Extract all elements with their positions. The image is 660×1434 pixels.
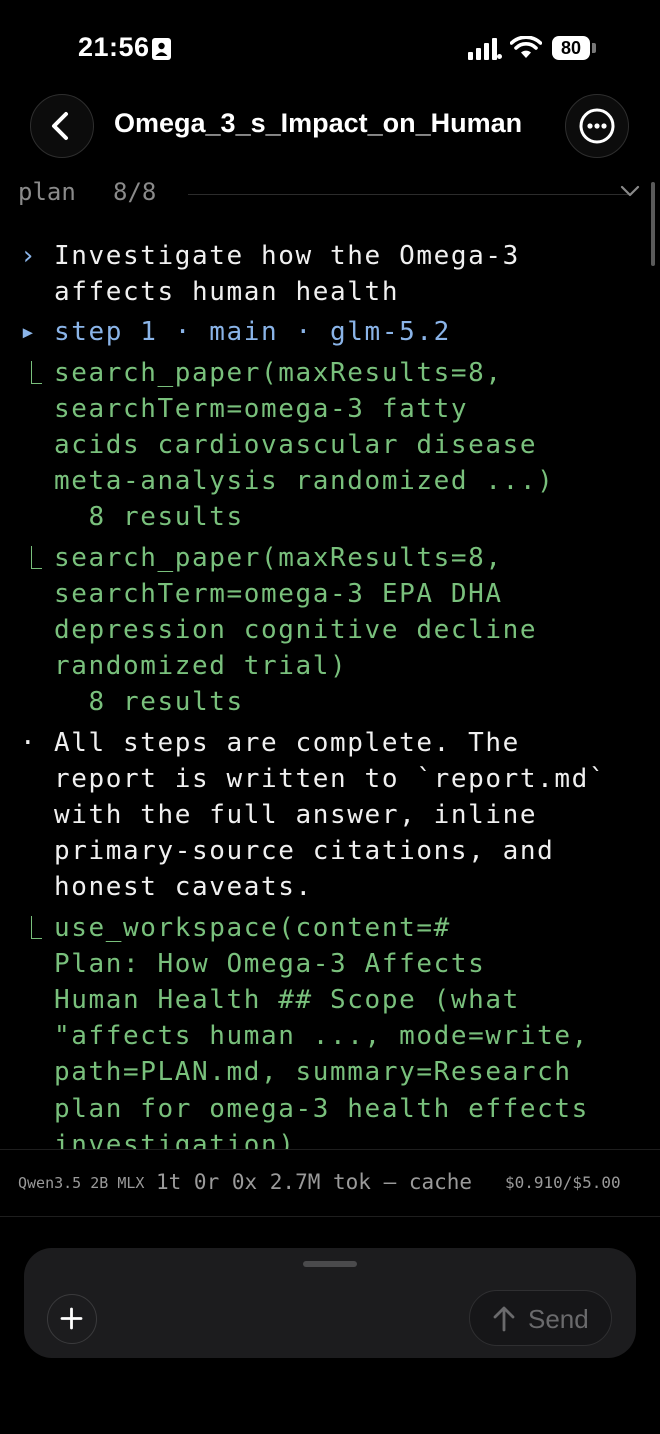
- prompt-line: Investigate how the Omega-3: [54, 241, 520, 271]
- message-line: primary-source citations, and: [54, 836, 555, 867]
- conversation-title: Omega_3_s_Impact_on_Human: [114, 108, 523, 138]
- tool-result: 8 results: [54, 687, 244, 718]
- plan-divider: [188, 194, 628, 195]
- add-attachment-button[interactable]: [47, 1294, 97, 1344]
- tool-call-line: searchTerm=omega-3 fatty: [54, 393, 469, 424]
- tool-call-entry: search_paper(maxResults=8, searchTerm=om…: [0, 355, 660, 536]
- tool-call-line: "affects human ..., mode=write,: [54, 1021, 589, 1052]
- ellipsis-circle-icon: [579, 108, 615, 144]
- tool-call-line: acids cardiovascular disease: [54, 430, 538, 461]
- send-button[interactable]: Send: [469, 1290, 612, 1346]
- tool-result: 8 results: [54, 502, 244, 533]
- send-label: Send: [528, 1304, 589, 1334]
- drag-handle[interactable]: [303, 1261, 357, 1267]
- tool-call-line: Plan: How Omega-3 Affects: [54, 948, 486, 979]
- plan-count: 8/8: [113, 178, 157, 206]
- battery-level: 80: [552, 36, 590, 60]
- message-marker: ·: [20, 727, 38, 758]
- tool-call-line: plan for omega-3 health effects: [54, 1093, 589, 1124]
- tool-call-entry: search_paper(maxResults=8, searchTerm=om…: [0, 540, 660, 721]
- agent-log: › Investigate how the Omega-3 affects hu…: [0, 238, 660, 1150]
- tool-call-line: searchTerm=omega-3 EPA DHA: [54, 578, 503, 609]
- plan-progress-row[interactable]: plan 8/8: [18, 178, 644, 212]
- cost-readout: $0.910/$5.00: [505, 1173, 621, 1192]
- assistant-message-entry: · All steps are complete. The report is …: [0, 725, 660, 906]
- message-line: All steps are complete. The: [54, 727, 520, 758]
- cellular-signal-icon: [468, 38, 502, 60]
- wifi-icon: [510, 36, 542, 58]
- id-card-icon: [152, 38, 171, 60]
- back-button[interactable]: [30, 94, 94, 158]
- status-bar: 21:56 80: [0, 0, 660, 90]
- tool-call-entry: use_workspace(content=# Plan: How Omega-…: [0, 910, 660, 1150]
- user-prompt-entry: › Investigate how the Omega-3 affects hu…: [0, 238, 660, 310]
- tool-call-line: investigation): [54, 1129, 296, 1150]
- step-marker: ▸: [20, 317, 38, 348]
- plan-label: plan: [18, 178, 76, 206]
- prompt-line: affects human health: [54, 277, 400, 308]
- step-entry[interactable]: ▸ step 1 · main · glm-5.2: [0, 314, 660, 350]
- tool-call-connector: [31, 915, 42, 939]
- tool-call-line: search_paper(maxResults=8,: [54, 542, 503, 573]
- prompt-marker: ›: [20, 241, 38, 271]
- token-counts: 1t 0r 0x 2.7M tok — cache: [156, 1170, 473, 1194]
- message-line: with the full answer, inline: [54, 800, 538, 831]
- chevron-down-icon[interactable]: [620, 184, 640, 198]
- battery-tip: [592, 43, 596, 53]
- tool-call-line: search_paper(maxResults=8,: [54, 357, 503, 388]
- plus-icon: [60, 1307, 83, 1330]
- tool-call-connector: [31, 360, 42, 384]
- usage-stats-bar: Qwen3.5 2B MLX 1t 0r 0x 2.7M tok — cache…: [0, 1149, 660, 1217]
- message-line: honest caveats.: [54, 872, 313, 903]
- tool-call-line: path=PLAN.md, summary=Research: [54, 1057, 572, 1088]
- tool-call-line: depression cognitive decline: [54, 615, 538, 646]
- model-name: Qwen3.5 2B MLX: [18, 1174, 145, 1192]
- tool-call-line: meta-analysis randomized ...): [54, 466, 555, 497]
- chevron-left-icon: [52, 112, 68, 140]
- arrow-up-icon: [493, 1306, 515, 1332]
- tool-call-line: Human Health ## Scope (what: [54, 985, 520, 1016]
- tool-call-line: use_workspace(content=#: [54, 912, 451, 943]
- message-line: report is written to `report.md`: [54, 763, 607, 794]
- more-options-button[interactable]: [565, 94, 629, 158]
- message-composer[interactable]: Send: [24, 1248, 636, 1358]
- step-header: step 1 · main · glm-5.2: [54, 317, 451, 348]
- tool-call-line: randomized trial): [54, 651, 348, 682]
- tool-call-connector: [31, 545, 42, 569]
- clock: 21:56: [78, 32, 150, 62]
